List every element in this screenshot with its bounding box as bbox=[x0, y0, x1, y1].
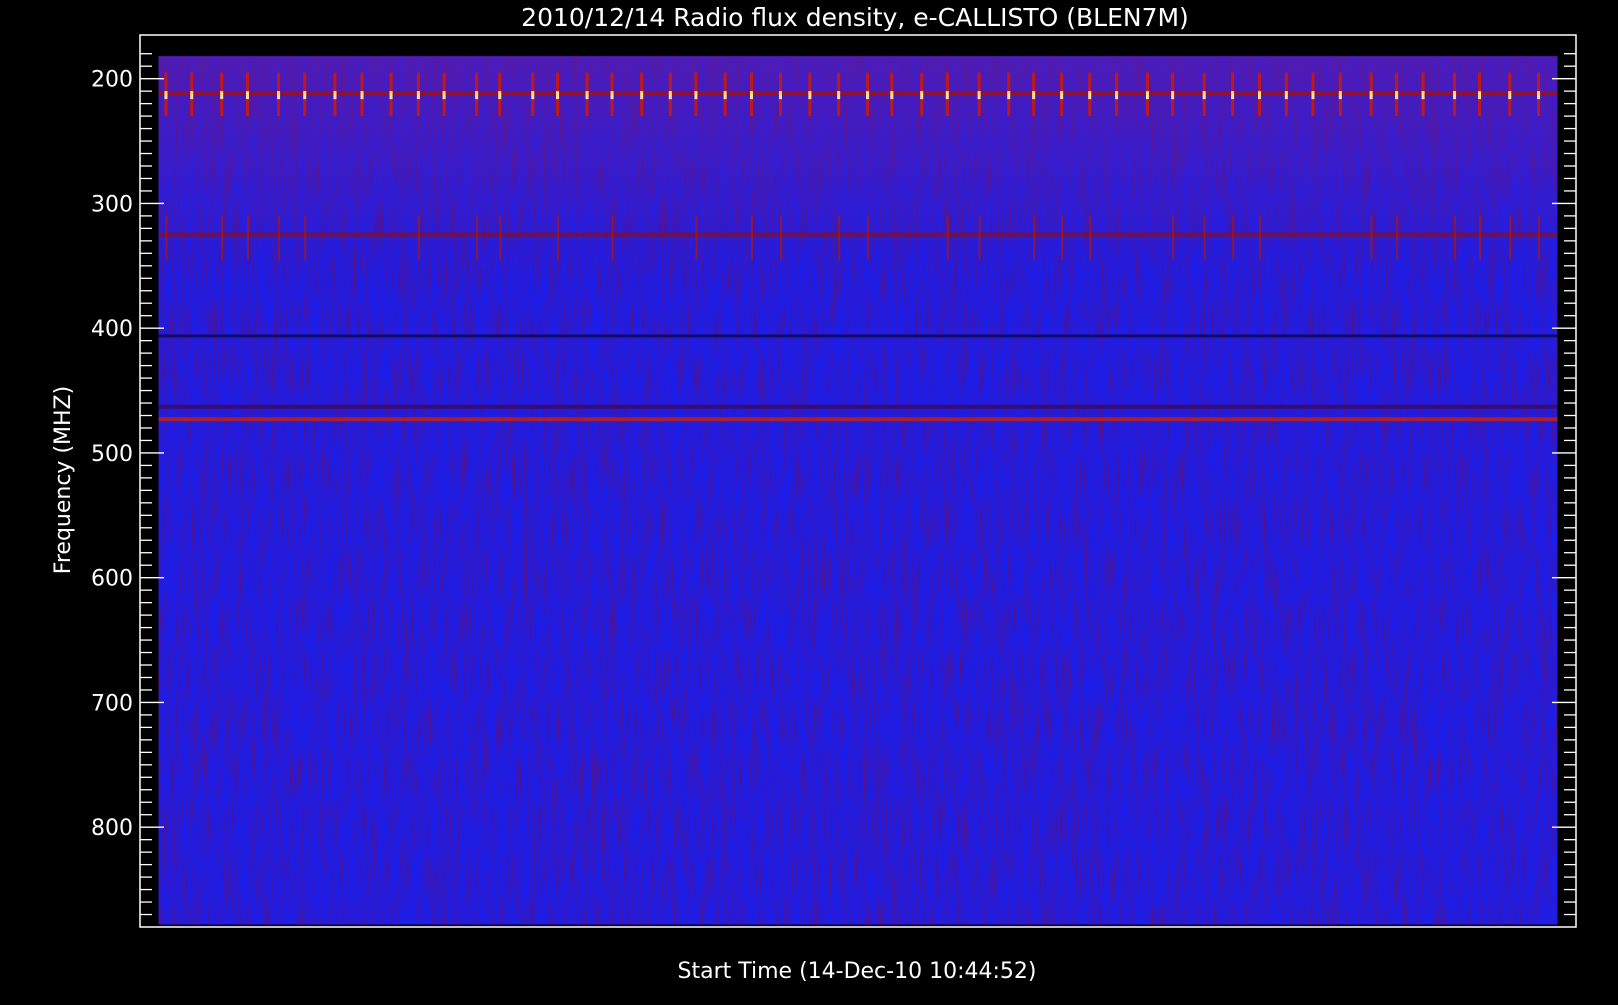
streak-peak bbox=[190, 91, 194, 100]
streak-mark bbox=[1061, 215, 1064, 260]
spectrogram-chart: 2010/12/14 Radio flux density, e-CALLIST… bbox=[0, 0, 1618, 1000]
streak-peak bbox=[498, 91, 502, 100]
streak-peak bbox=[389, 91, 393, 100]
streak-peak bbox=[475, 91, 479, 100]
streak-peak bbox=[220, 91, 224, 100]
streak-mark bbox=[1509, 215, 1512, 260]
chart-title: 2010/12/14 Radio flux density, e-CALLIST… bbox=[521, 3, 1189, 32]
streak-mark bbox=[417, 215, 420, 260]
streak-peak bbox=[1395, 91, 1399, 100]
streak-peak bbox=[416, 91, 420, 100]
y-tick-label: 600 bbox=[91, 567, 133, 592]
streak-mark bbox=[695, 215, 698, 260]
streak-peak bbox=[977, 91, 981, 100]
interference-band bbox=[158, 404, 1558, 409]
upper-band-tint bbox=[158, 56, 1558, 279]
streak-peak bbox=[277, 91, 281, 100]
streak-mark bbox=[1089, 215, 1092, 260]
streak-mark bbox=[611, 215, 614, 260]
streak-mark bbox=[1479, 215, 1482, 260]
y-axis-label: Frequency (MHZ) bbox=[51, 386, 76, 574]
streak-peak bbox=[164, 91, 168, 100]
streak-mark bbox=[476, 215, 479, 260]
streak-mark bbox=[779, 215, 782, 260]
streak-mark bbox=[557, 215, 560, 260]
streak-mark bbox=[838, 215, 841, 260]
streak-peak bbox=[778, 91, 782, 100]
streak-peak bbox=[1171, 91, 1175, 100]
streak-mark bbox=[1454, 215, 1457, 260]
streak-peak bbox=[1311, 91, 1315, 100]
streak-peak bbox=[1369, 91, 1373, 100]
streak-peak bbox=[531, 91, 535, 100]
streak-peak bbox=[1284, 91, 1288, 100]
streak-mark bbox=[978, 215, 981, 260]
streak-peak bbox=[1231, 91, 1235, 100]
streak-peak bbox=[333, 91, 337, 100]
y-tick-label: 200 bbox=[91, 68, 133, 93]
streak-peak bbox=[1478, 91, 1482, 100]
streak-peak bbox=[303, 91, 307, 100]
streak-peak bbox=[1508, 91, 1512, 100]
streak-peak bbox=[1060, 91, 1064, 100]
streak-mark bbox=[165, 215, 168, 260]
streak-peak bbox=[1338, 91, 1342, 100]
y-tick-label: 400 bbox=[91, 317, 133, 342]
streak-peak bbox=[945, 91, 949, 100]
streak-peak bbox=[610, 91, 614, 100]
streak-peak bbox=[890, 91, 894, 100]
streak-peak bbox=[808, 91, 812, 100]
streak-peak bbox=[246, 91, 250, 100]
streak-peak bbox=[585, 91, 589, 100]
streak-mark bbox=[946, 215, 949, 260]
streak-mark bbox=[221, 215, 224, 260]
streak-peak bbox=[1537, 91, 1541, 100]
y-tick-label: 300 bbox=[91, 192, 133, 217]
interference-band bbox=[158, 417, 1558, 422]
streak-peak bbox=[1453, 91, 1457, 100]
interference-band bbox=[158, 232, 1558, 237]
streak-mark bbox=[1172, 215, 1175, 260]
streak-peak bbox=[556, 91, 560, 100]
streak-mark bbox=[1033, 215, 1036, 260]
streak-peak bbox=[1202, 91, 1206, 100]
interference-band bbox=[158, 91, 1558, 96]
streak-peak bbox=[1032, 91, 1036, 100]
streak-peak bbox=[694, 91, 698, 100]
streak-peak bbox=[442, 91, 446, 100]
streak-mark bbox=[304, 215, 307, 260]
streak-peak bbox=[1007, 91, 1011, 100]
streak-peak bbox=[920, 91, 924, 100]
streak-peak bbox=[668, 91, 672, 100]
heatmap-layer bbox=[158, 56, 1558, 925]
y-tick-label: 500 bbox=[91, 442, 133, 467]
streak-mark bbox=[1232, 215, 1235, 260]
y-tick-label: 700 bbox=[91, 691, 133, 716]
streak-peak bbox=[750, 91, 754, 100]
streak-peak bbox=[723, 91, 727, 100]
absorption-line bbox=[158, 334, 1558, 338]
streak-mark bbox=[247, 215, 250, 260]
streak-mark bbox=[1370, 215, 1373, 260]
streak-peak bbox=[1258, 91, 1262, 100]
x-axis-label: Start Time (14-Dec-10 10:44:52) bbox=[678, 959, 1037, 984]
streak-mark bbox=[751, 215, 754, 260]
streak-mark bbox=[1203, 215, 1206, 260]
streak-mark bbox=[1259, 215, 1262, 260]
streak-mark bbox=[867, 215, 870, 260]
streak-peak bbox=[1115, 91, 1119, 100]
spectrogram-svg: 2010/12/14 Radio flux density, e-CALLIST… bbox=[51, 3, 1577, 984]
streak-mark bbox=[1538, 215, 1541, 260]
streak-mark bbox=[278, 215, 281, 260]
streak-mark bbox=[499, 215, 502, 260]
streak-peak bbox=[837, 91, 841, 100]
streak-peak bbox=[1088, 91, 1092, 100]
streak-peak bbox=[1145, 91, 1149, 100]
streak-mark bbox=[1396, 215, 1399, 260]
y-tick-label: 800 bbox=[91, 816, 133, 841]
streak-peak bbox=[360, 91, 364, 100]
streak-peak bbox=[1421, 91, 1425, 100]
streak-peak bbox=[640, 91, 644, 100]
streak-peak bbox=[866, 91, 870, 100]
